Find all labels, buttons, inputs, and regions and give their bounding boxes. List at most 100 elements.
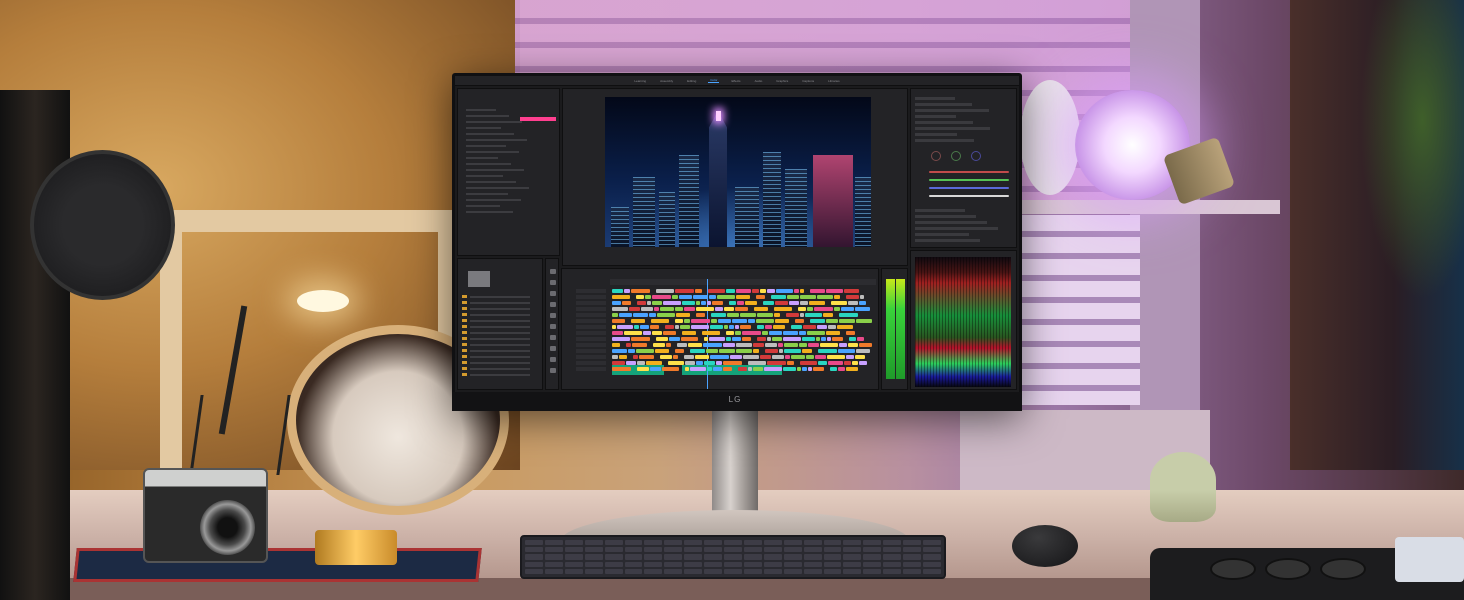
timeline-clip xyxy=(696,361,703,365)
timeline-clip xyxy=(636,349,654,353)
tool-icon xyxy=(550,269,556,274)
timeline-clip xyxy=(837,325,853,329)
project-item-row xyxy=(470,308,530,310)
timeline-clip xyxy=(637,367,649,371)
folder-icon xyxy=(462,337,467,340)
timeline-clip xyxy=(844,361,851,365)
timeline-clip xyxy=(748,319,755,323)
keyboard xyxy=(520,535,946,579)
timeline-clip xyxy=(787,295,799,299)
timeline-clip xyxy=(765,325,772,329)
workspace-tab[interactable]: Effects xyxy=(729,79,742,83)
timeline-clip xyxy=(830,367,837,371)
timeline-clip xyxy=(675,319,683,323)
keyboard-key xyxy=(724,554,742,560)
timeline-clip xyxy=(803,325,816,329)
track-header xyxy=(576,367,606,371)
keyboard-key xyxy=(923,554,941,560)
timeline-clip xyxy=(765,343,777,347)
timeline-clip xyxy=(626,361,636,365)
mouse xyxy=(1012,525,1078,567)
timeline-clip xyxy=(612,301,621,305)
timeline-clip xyxy=(631,337,650,341)
timeline-clip xyxy=(732,337,741,341)
effect-control-row xyxy=(466,121,522,123)
timeline-clip xyxy=(612,307,628,311)
keyboard-key xyxy=(664,540,683,546)
keyboard-key xyxy=(584,561,603,567)
project-item-row xyxy=(470,344,530,346)
timeline-clip xyxy=(695,355,709,359)
workspace-tab[interactable]: Editing xyxy=(685,79,698,83)
timeline-clip xyxy=(612,313,618,317)
keyboard-key xyxy=(883,561,902,567)
keyboard-key xyxy=(903,547,922,553)
project-item-row xyxy=(470,296,530,298)
keyboard-key xyxy=(763,540,782,546)
timeline-clip xyxy=(785,355,790,359)
timeline-clip xyxy=(787,361,794,365)
spire-light xyxy=(716,111,721,121)
timeline-ruler xyxy=(610,279,876,285)
workspace-tab[interactable]: Learning xyxy=(632,79,648,83)
keyboard-key xyxy=(564,561,583,567)
effect-control-row xyxy=(466,211,513,213)
keyboard-key xyxy=(763,554,782,560)
workspace-tab[interactable]: Libraries xyxy=(826,79,842,83)
timeline-clip xyxy=(628,349,635,353)
lumetri-slider xyxy=(929,195,1009,197)
timeline-clip xyxy=(612,289,623,293)
timeline-clip xyxy=(736,349,752,353)
timeline-clip xyxy=(846,355,854,359)
keyboard-key xyxy=(763,561,782,567)
keyboard-key xyxy=(823,561,842,567)
timeline-clip xyxy=(753,367,763,371)
timeline-clip xyxy=(612,367,631,371)
folder-icon xyxy=(462,301,467,304)
workspace-tab[interactable]: Assembly xyxy=(658,79,675,83)
project-item-row xyxy=(470,326,530,328)
timeline-clip xyxy=(663,301,681,305)
workspace-tab[interactable]: Color xyxy=(708,78,720,83)
timeline-clip xyxy=(736,343,752,347)
effect-control-row xyxy=(466,139,527,141)
timeline-clip xyxy=(844,289,859,293)
keyboard-key xyxy=(604,568,623,574)
project-item-row xyxy=(470,302,530,304)
track-header xyxy=(576,349,606,353)
timeline-clip xyxy=(827,337,831,341)
timeline-clip xyxy=(754,307,768,311)
timeline-clip xyxy=(726,337,731,341)
effect-control-row xyxy=(466,151,519,153)
timeline-clip xyxy=(669,337,680,341)
timeline-clip xyxy=(629,307,640,311)
keyboard-key xyxy=(525,561,543,567)
city-building xyxy=(785,169,807,247)
track-header xyxy=(576,301,606,305)
timeline-clip xyxy=(778,343,783,347)
timeline-clip xyxy=(704,337,708,341)
timeline-clip xyxy=(740,325,751,329)
timeline-clip xyxy=(826,331,840,335)
keyboard-key xyxy=(724,540,742,546)
lumetri-section-row xyxy=(915,239,980,242)
timeline-panel xyxy=(561,268,879,390)
tools-panel xyxy=(545,258,559,390)
timeline-clip xyxy=(693,295,708,299)
timeline-clip xyxy=(723,361,742,365)
mixer-panel xyxy=(1395,537,1464,582)
timeline-clip xyxy=(673,355,678,359)
workspace-tab[interactable]: Audio xyxy=(753,79,765,83)
timeline-clip xyxy=(713,367,722,371)
globe-lamp xyxy=(1020,80,1080,195)
keyboard-key xyxy=(644,568,663,574)
workspace-tab[interactable]: Captions xyxy=(800,79,816,83)
timeline-clip xyxy=(807,307,813,311)
timeline-clip xyxy=(826,289,843,293)
timeline-clip xyxy=(684,319,690,323)
workspace-tab[interactable]: Graphics xyxy=(774,79,790,83)
keyboard-key xyxy=(564,554,583,560)
lumetri-color-panel xyxy=(910,88,1017,248)
timeline-clip xyxy=(786,313,799,317)
timeline-clip xyxy=(772,355,784,359)
